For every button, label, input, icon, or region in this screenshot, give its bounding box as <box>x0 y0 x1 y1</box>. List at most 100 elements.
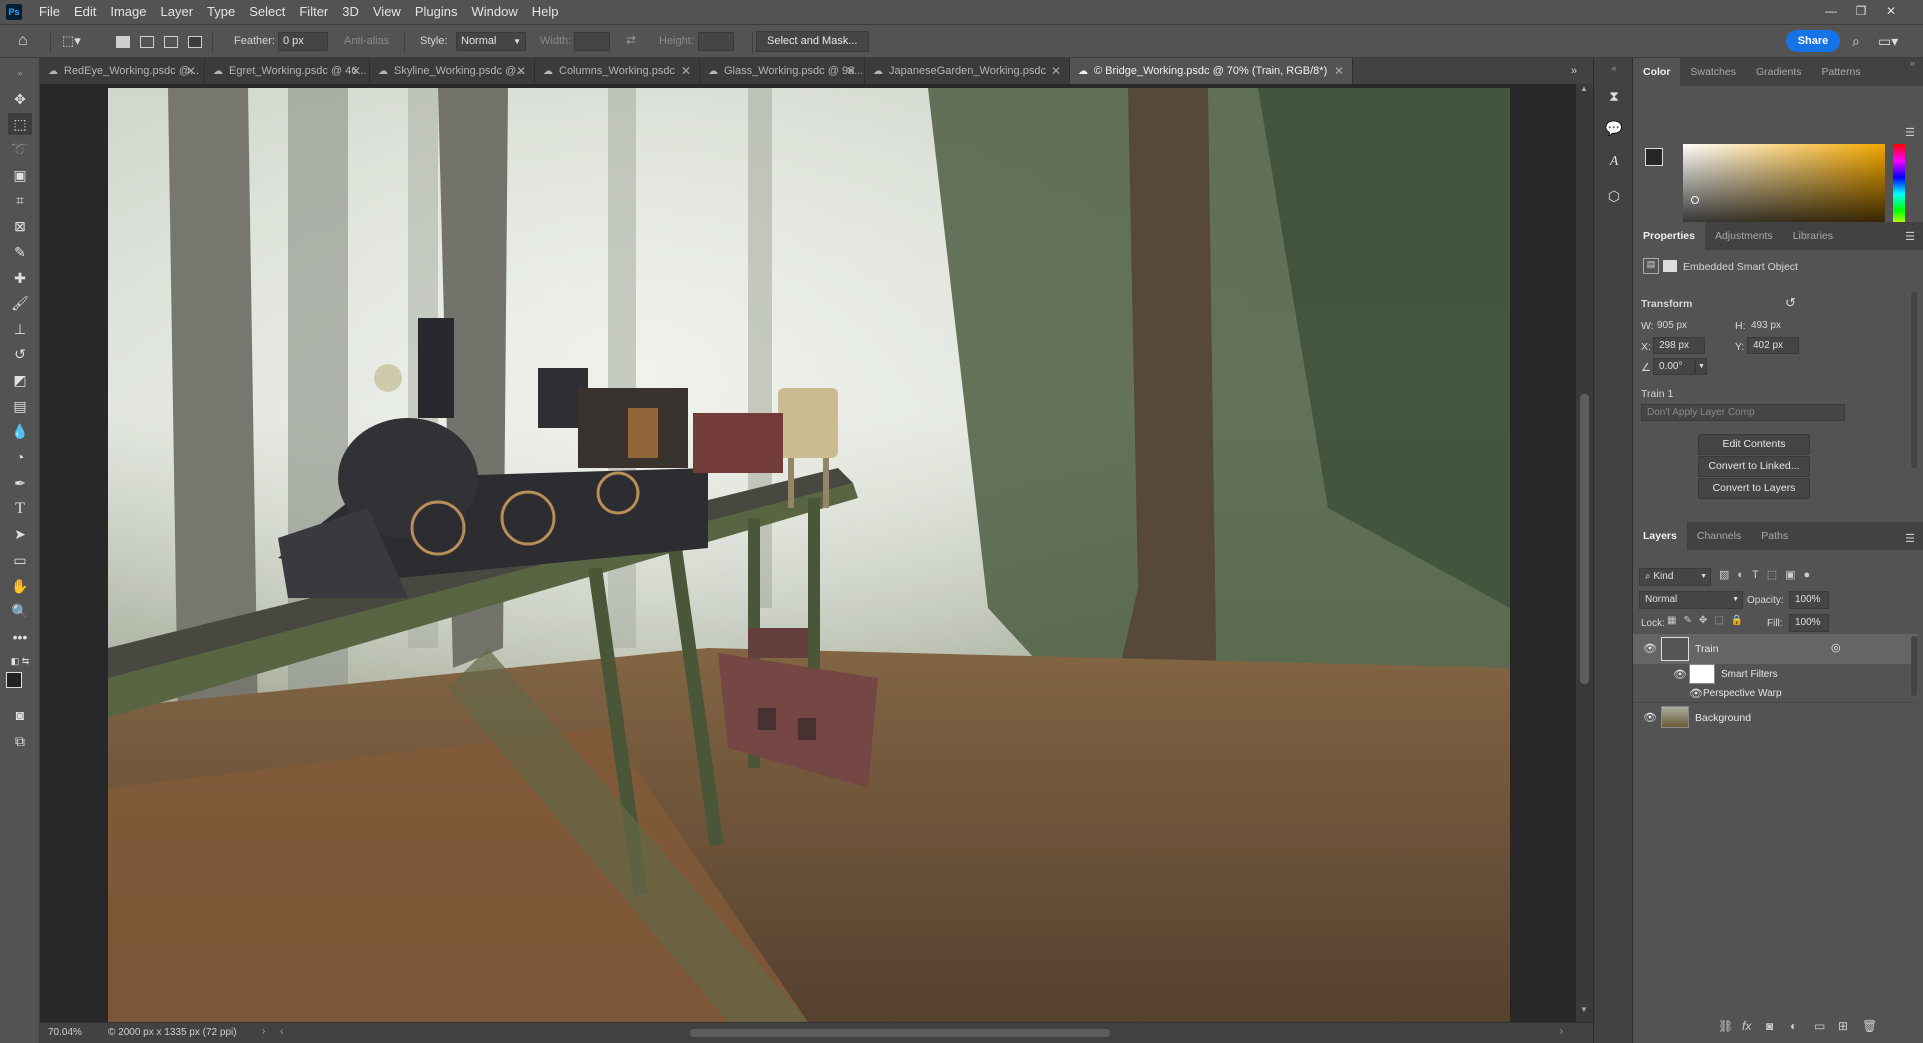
reset-transform-icon[interactable]: ↺ <box>1785 295 1796 311</box>
object-selection-tool-icon[interactable]: ▣ <box>8 164 32 186</box>
menu-image[interactable]: Image <box>103 0 153 24</box>
blur-tool-icon[interactable]: 💧 <box>8 420 32 442</box>
collapse-strip-icon[interactable]: « <box>1604 58 1624 78</box>
new-group-icon[interactable]: ▭ <box>1814 1019 1825 1033</box>
zoom-tool-icon[interactable]: 🔍 <box>8 600 32 622</box>
layer-comp-select[interactable]: Don't Apply Layer Comp <box>1641 404 1845 421</box>
height-input[interactable] <box>698 32 734 51</box>
scroll-right-icon[interactable]: › <box>1560 1026 1563 1037</box>
layer-row-background[interactable]: 👁 Background <box>1633 702 1917 732</box>
comments-panel-icon[interactable]: 💬 <box>1604 118 1624 138</box>
fill-input[interactable]: 100% <box>1789 614 1829 632</box>
home-icon[interactable]: ⌂ <box>18 32 28 50</box>
tab-adjustments[interactable]: Adjustments <box>1705 222 1783 250</box>
restore-icon[interactable]: ❐ <box>1846 0 1876 22</box>
layer-name[interactable]: Background <box>1695 712 1751 724</box>
link-layers-icon[interactable]: ⛓ <box>1718 1019 1733 1033</box>
more-tabs-icon[interactable]: » <box>1571 58 1593 84</box>
close-icon[interactable]: ✕ <box>516 64 526 78</box>
anti-alias-checkbox[interactable]: Anti-alias <box>344 35 389 47</box>
default-colors-icon[interactable]: ◧ ⇆ <box>8 650 32 672</box>
marquee-preset-icon[interactable]: ⬚▾ <box>62 33 81 49</box>
tab-gradients[interactable]: Gradients <box>1746 58 1812 86</box>
lock-icons[interactable]: ▦✎✥⬚🔒 <box>1667 615 1750 626</box>
layer-row-train[interactable]: 👁 Train ◎ <box>1633 634 1917 664</box>
menu-3d[interactable]: 3D <box>335 0 366 24</box>
eye-icon[interactable]: 👁 <box>1689 687 1703 700</box>
3d-panel-icon[interactable]: ⬡ <box>1604 186 1624 206</box>
convert-to-layers-button[interactable]: Convert to Layers <box>1698 478 1810 499</box>
gradient-tool-icon[interactable]: ▤ <box>8 395 32 417</box>
pen-tool-icon[interactable]: ✒ <box>8 472 32 494</box>
menu-select[interactable]: Select <box>242 0 292 24</box>
menu-file[interactable]: File <box>32 0 67 24</box>
convert-to-linked-button[interactable]: Convert to Linked... <box>1698 456 1810 477</box>
eye-icon[interactable]: 👁 <box>1643 711 1657 724</box>
tab-layers[interactable]: Layers <box>1633 522 1687 550</box>
x-input[interactable]: 298 px <box>1653 337 1705 354</box>
scroll-left-icon[interactable]: ‹ <box>280 1026 283 1037</box>
path-selection-tool-icon[interactable]: ➤ <box>8 523 32 545</box>
close-icon[interactable]: ✕ <box>1334 64 1344 78</box>
menu-type[interactable]: Type <box>200 0 242 24</box>
blend-mode-select[interactable]: Normal ▼ <box>1639 591 1743 609</box>
layer-filter-kind[interactable]: ⌕ Kind ▼ <box>1639 568 1711 586</box>
tab-japanese-garden[interactable]: ☁ JapaneseGarden_Working.psdc ✕ <box>865 58 1070 84</box>
close-icon[interactable]: ✕ <box>186 64 196 78</box>
crop-tool-icon[interactable]: ⌗ <box>8 189 32 211</box>
delete-layer-icon[interactable]: 🗑 <box>1862 1019 1877 1033</box>
workspace-icon[interactable]: ▭▾ <box>1878 33 1898 50</box>
zoom-level[interactable]: 70.04% <box>48 1027 82 1038</box>
edit-contents-button[interactable]: Edit Contents <box>1698 434 1810 455</box>
close-icon[interactable]: ✕ <box>1051 64 1061 78</box>
dodge-tool-icon[interactable]: ◔ <box>8 446 32 468</box>
menu-window[interactable]: Window <box>464 0 524 24</box>
layers-scrollbar[interactable] <box>1911 636 1917 696</box>
canvas-area[interactable] <box>40 84 1593 1022</box>
status-menu-icon[interactable]: › <box>262 1026 265 1037</box>
menu-view[interactable]: View <box>366 0 408 24</box>
w-value[interactable]: 905 px <box>1657 320 1687 331</box>
add-mask-icon[interactable]: ◙ <box>1766 1019 1773 1033</box>
close-window-icon[interactable]: ✕ <box>1876 0 1906 22</box>
add-selection-icon[interactable] <box>140 36 154 48</box>
tab-bridge[interactable]: ☁ © Bridge_Working.psdc @ 70% (Train, RGB… <box>1070 58 1353 84</box>
intersect-selection-icon[interactable] <box>188 36 202 48</box>
tab-columns[interactable]: ☁ Columns_Working.psdc ✕ <box>535 58 700 84</box>
scroll-down-icon[interactable]: ▼ <box>1580 1005 1588 1014</box>
share-button[interactable]: Share <box>1786 30 1840 52</box>
rectangular-marquee-tool-icon[interactable]: ⬚ <box>8 113 32 135</box>
tab-redeye[interactable]: ☁ RedEye_Working.psdc @... ✕ <box>40 58 205 84</box>
width-input[interactable] <box>574 32 610 51</box>
menu-layer[interactable]: Layer <box>154 0 201 24</box>
select-and-mask-button[interactable]: Select and Mask... <box>756 31 869 52</box>
hand-tool-icon[interactable]: ✋ <box>8 575 32 597</box>
eyedropper-tool-icon[interactable]: ✎ <box>8 241 32 263</box>
panel-menu-icon[interactable]: ☰ <box>1905 126 1915 139</box>
character-panel-icon[interactable]: A <box>1604 152 1624 172</box>
collapse-toolbar-icon[interactable]: » <box>8 62 32 84</box>
tab-egret[interactable]: ☁ Egret_Working.psdc @ 46... ✕ <box>205 58 370 84</box>
document-image[interactable] <box>108 88 1510 1022</box>
layer-name[interactable]: Train <box>1695 643 1719 655</box>
scroll-up-icon[interactable]: ▲ <box>1580 84 1588 93</box>
history-brush-tool-icon[interactable]: ↺ <box>8 343 32 365</box>
tab-channels[interactable]: Channels <box>1687 522 1751 550</box>
opacity-input[interactable]: 100% <box>1789 591 1829 609</box>
lasso-tool-icon[interactable]: ➰ <box>8 138 32 160</box>
menu-edit[interactable]: Edit <box>67 0 103 24</box>
layer-row-smart-filters[interactable]: 👁 Smart Filters <box>1633 664 1917 686</box>
foreground-color-swatch[interactable] <box>6 672 22 688</box>
layer-row-perspective-warp[interactable]: 👁 Perspective Warp <box>1633 684 1917 704</box>
tab-swatches[interactable]: Swatches <box>1680 58 1746 86</box>
horizontal-scroll-thumb[interactable] <box>690 1029 1110 1037</box>
layer-filter-icons[interactable]: ▧◐T⬚▣● <box>1719 568 1818 581</box>
collapse-panel-icon[interactable]: » <box>1910 58 1915 68</box>
layer-style-icon[interactable]: fx <box>1742 1019 1751 1033</box>
panel-menu-icon[interactable]: ☰ <box>1905 532 1915 545</box>
close-icon[interactable]: ✕ <box>846 64 856 78</box>
healing-brush-tool-icon[interactable]: ✚ <box>8 267 32 289</box>
quick-mask-icon[interactable]: ◙ <box>8 704 32 726</box>
style-select[interactable]: Normal ▼ <box>456 32 526 51</box>
feather-input[interactable]: 0 px <box>278 32 328 51</box>
